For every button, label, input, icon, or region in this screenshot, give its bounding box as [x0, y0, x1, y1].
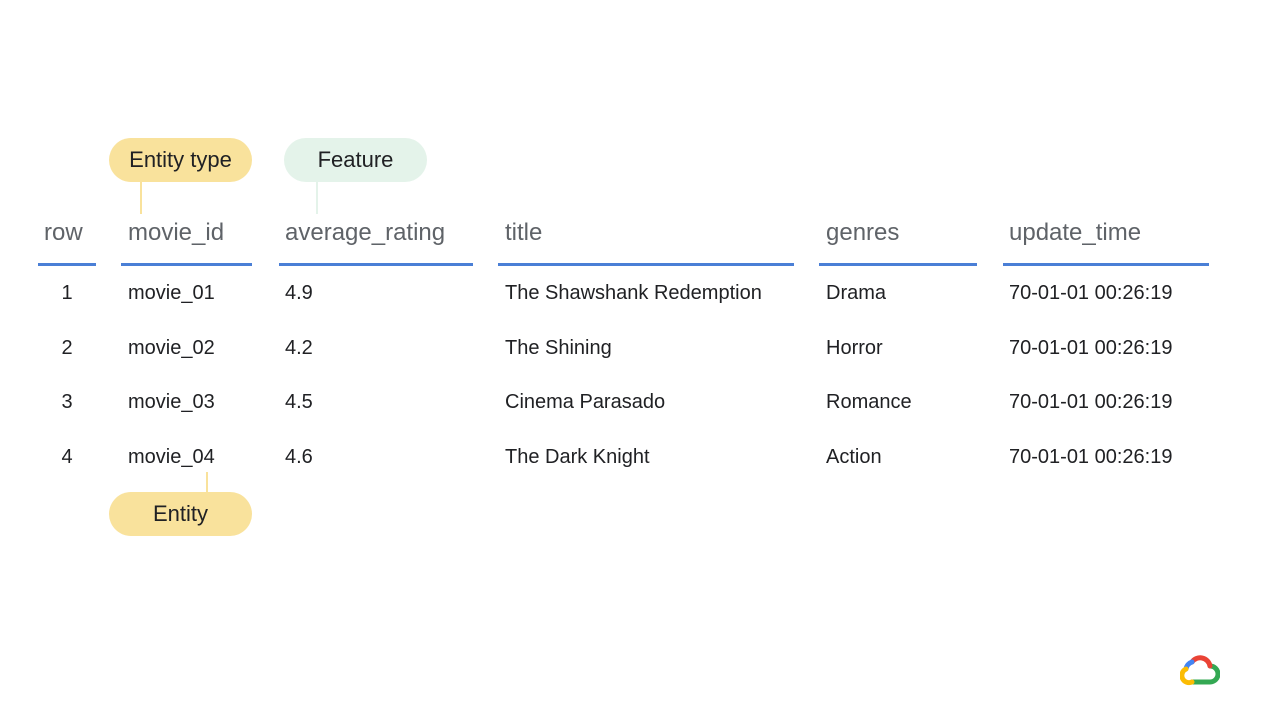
table-cell-title: Cinema Parasado: [505, 391, 666, 413]
table-cell-movie-id: movie_02: [128, 337, 215, 359]
table-cell-average-rating: 4.5: [285, 391, 313, 413]
header-rule-update-time: [1003, 263, 1209, 266]
table-cell-update-time: 70-01-01 00:26:19: [1009, 446, 1173, 468]
table-cell-movie-id: movie_04: [128, 446, 215, 468]
entity-type-connector: [140, 182, 142, 214]
table-cell-genres: Horror: [826, 337, 883, 359]
feature-label: Feature: [317, 147, 394, 172]
entity-type-callout: Entity type: [109, 138, 252, 182]
column-header-average-rating: average_rating: [285, 219, 446, 246]
table-cell-genres: Drama: [826, 282, 887, 304]
table-cell-update-time: 70-01-01 00:26:19: [1009, 391, 1173, 413]
table-cell-title: The Shining: [505, 337, 612, 359]
column-header-update-time: update_time: [1009, 219, 1142, 246]
table-cell-title: The Shawshank Redemption: [505, 282, 762, 304]
column-header-movie-id: movie_id: [128, 219, 225, 246]
table-cell-title: The Dark Knight: [505, 446, 650, 468]
table-cell-genres: Romance: [826, 391, 912, 413]
table-cell-update-time: 70-01-01 00:26:19: [1009, 282, 1173, 304]
table-cell-average-rating: 4.6: [285, 446, 313, 468]
header-rule-title: [498, 263, 794, 266]
table-cell-row-number: 1: [61, 282, 73, 304]
header-rule-row: [38, 263, 96, 266]
column-header-genres: genres: [826, 219, 900, 246]
table-cell-row-number: 3: [61, 391, 73, 413]
entity-label: Entity: [152, 501, 209, 526]
table-cell-update-time: 70-01-01 00:26:19: [1009, 337, 1173, 359]
header-rule-genres: [819, 263, 977, 266]
table-cell-row-number: 4: [61, 446, 73, 468]
feature-connector: [316, 182, 318, 214]
entity-connector: [206, 472, 208, 494]
google-cloud-logo-icon: [1180, 655, 1220, 686]
table-cell-movie-id: movie_03: [128, 391, 215, 413]
table-cell-average-rating: 4.2: [285, 337, 313, 359]
feature-callout: Feature: [284, 138, 427, 182]
table-cell-genres: Action: [826, 446, 882, 468]
table-cell-movie-id: movie_01: [128, 282, 215, 304]
table-cell-row-number: 2: [61, 337, 73, 359]
entity-type-label: Entity type: [129, 147, 232, 172]
header-rule-movie-id: [121, 263, 252, 266]
column-header-title: title: [505, 219, 543, 246]
header-rule-average-rating: [279, 263, 473, 266]
table-cell-average-rating: 4.9: [285, 282, 313, 304]
column-header-row: row: [44, 219, 83, 246]
entity-callout: Entity: [109, 492, 252, 536]
slide: Entity type Feature row movie_id average…: [0, 0, 1280, 720]
